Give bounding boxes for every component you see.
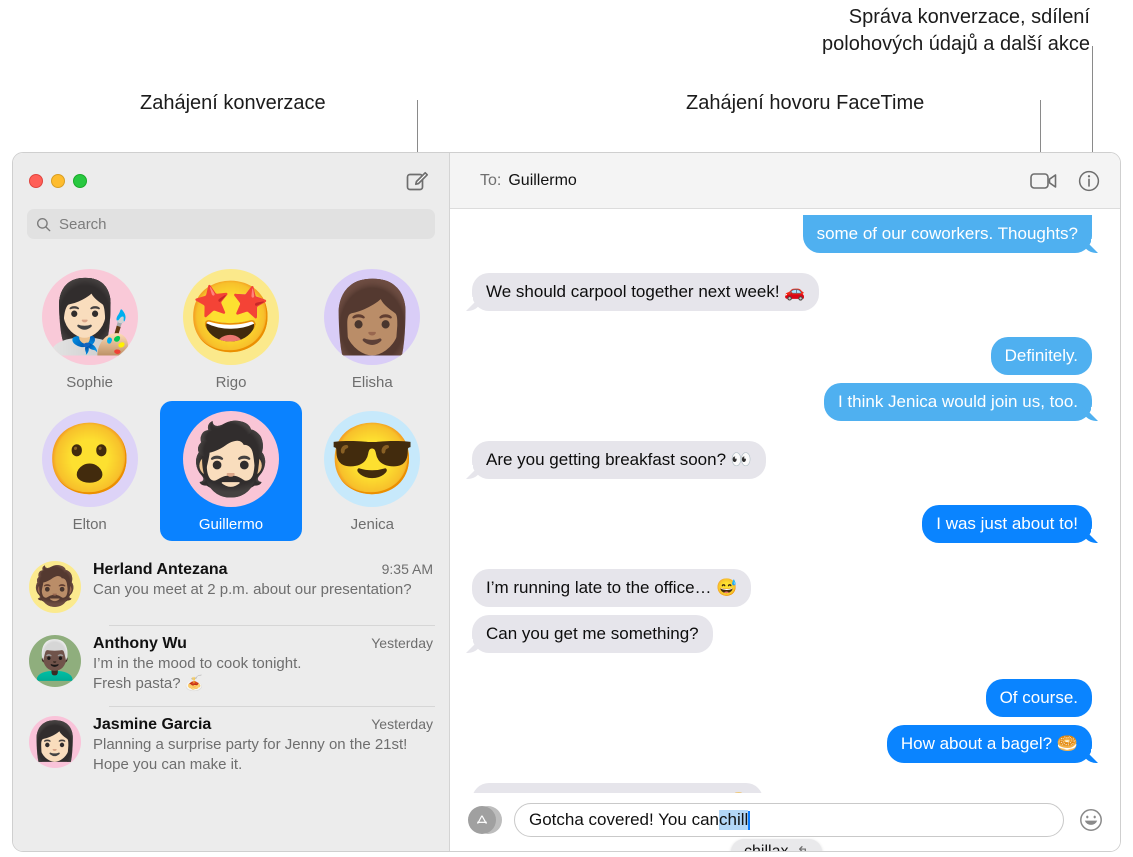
callout-leader-start-conversation <box>417 100 418 158</box>
to-label: To: <box>480 171 502 189</box>
conversation-list: 🧔🏽 Herland Antezana 9:35 AM Can you meet… <box>13 551 449 851</box>
sidebar-pin-jenica[interactable]: 😎 Jenica <box>302 401 443 541</box>
search-icon <box>36 217 51 231</box>
details-button[interactable] <box>1078 170 1100 192</box>
message-row: How about a bagel? 🥯 <box>472 725 1102 763</box>
sidebar-pin-sophie[interactable]: 👩🏻‍🎨 Sophie <box>19 259 160 399</box>
message-bubble[interactable]: We should carpool together next week! 🚗 <box>462 273 820 311</box>
recipient-field[interactable]: Guillermo <box>508 172 576 190</box>
pin-label: Jenica <box>350 516 394 533</box>
message-thread[interactable]: some of our coworkers. Thoughts? We shou… <box>450 209 1120 793</box>
message-bubble[interactable]: Can you get me something? <box>463 615 713 653</box>
message-bubble[interactable]: I was just about to! <box>922 505 1101 543</box>
emoji-smiley-icon <box>1080 809 1102 831</box>
callout-start-conversation: Zahájení konverzace <box>140 92 326 114</box>
message-bubble[interactable]: How about a bagel? 🥯 <box>886 725 1102 763</box>
emoji-picker-button[interactable] <box>1076 805 1106 835</box>
message-row: We should carpool together next week! 🚗 <box>462 273 1092 311</box>
avatar: 😎 <box>324 411 421 507</box>
facetime-button[interactable] <box>1030 171 1058 191</box>
conversation-preview: Planning a surprise party for Jenny on t… <box>93 736 408 773</box>
conversation-name: Herland Antezana <box>93 561 228 578</box>
callout-manage-conversation: Správa konverzace, sdílení polohových úd… <box>822 6 1090 55</box>
message-bubble[interactable]: I think Jenica would join us, too. <box>823 383 1102 421</box>
conversation-time: Yesterday <box>371 635 433 651</box>
conversation-header: To: Guillermo <box>450 153 1120 209</box>
avatar: 👩🏻‍🎨 <box>41 269 138 365</box>
compose-bar: Gotcha covered! You can chill chillax ↰ <box>450 793 1120 851</box>
message-row: I was just about to! <box>472 505 1101 543</box>
search-placeholder: Search <box>59 215 107 233</box>
callout-leader-facetime <box>1040 100 1041 158</box>
message-row: I think Jenica would join us, too. <box>472 383 1102 421</box>
sidebar: Search 👩🏻‍🎨 Sophie 🤩 Rigo 👩🏽 Elisha <box>13 153 450 851</box>
message-row: Definitely. <box>472 337 1092 375</box>
message-bubble[interactable]: Are you getting breakfast soon? 👀 <box>463 441 766 479</box>
message-row: I’m running late to the office… 😅 <box>472 569 1092 607</box>
avatar: 👩🏽 <box>324 269 421 365</box>
avatar: 🧔🏽 <box>29 561 81 613</box>
message-row: Yes, please! You read my mind. 😊 <box>472 783 1092 793</box>
message-bubble[interactable]: I’m running late to the office… 😅 <box>472 569 752 607</box>
avatar: 👨🏿‍🦳 <box>29 635 81 687</box>
avatar: 👩🏻 <box>29 716 81 768</box>
pin-label: Elisha <box>351 374 393 391</box>
pin-label: Sophie <box>66 374 114 391</box>
conversation-time: 9:35 AM <box>381 561 433 577</box>
sidebar-pin-elton[interactable]: 😮 Elton <box>19 401 160 541</box>
message-bubble[interactable]: Of course. <box>985 679 1092 717</box>
message-row: Are you getting breakfast soon? 👀 <box>463 441 1092 479</box>
compose-new-message-button[interactable] <box>403 167 431 195</box>
autocorrect-suggestion[interactable]: chillax ↰ <box>731 839 823 852</box>
messages-window: Search 👩🏻‍🎨 Sophie 🤩 Rigo 👩🏽 Elisha <box>12 152 1121 852</box>
input-text-selected: chill <box>718 810 749 830</box>
conversation-preview: Can you meet at 2 p.m. about our present… <box>93 581 412 598</box>
list-item[interactable]: 🧔🏽 Herland Antezana 9:35 AM Can you meet… <box>13 551 449 625</box>
app-store-icon <box>468 806 496 834</box>
message-row: some of our coworkers. Thoughts? <box>472 215 1102 253</box>
pin-label: Rigo <box>215 374 247 391</box>
conversation-name: Jasmine Garcia <box>93 716 212 733</box>
callout-leader-manage <box>1092 46 1093 158</box>
avatar: 🧔🏻 <box>182 411 279 507</box>
list-item[interactable]: 👩🏻 Jasmine Garcia Yesterday Planning a s… <box>13 706 449 787</box>
avatar: 😮 <box>41 411 138 507</box>
message-row: Of course. <box>472 679 1092 717</box>
list-item[interactable]: 👨🏿‍🦳 Anthony Wu Yesterday I’m in the moo… <box>13 625 449 706</box>
video-camera-icon <box>1030 172 1057 189</box>
pinned-contacts-grid: 👩🏻‍🎨 Sophie 🤩 Rigo 👩🏽 Elisha 😮 Elton <box>13 251 449 545</box>
close-button[interactable] <box>29 174 43 188</box>
conversation-preview: I’m in the mood to cook tonight. Fresh p… <box>93 655 302 692</box>
sidebar-pin-elisha[interactable]: 👩🏽 Elisha <box>302 259 443 399</box>
search-container: Search <box>13 209 449 251</box>
text-caret <box>748 810 751 830</box>
app-store-button[interactable] <box>468 805 502 835</box>
compose-icon <box>406 171 429 191</box>
sidebar-pin-guillermo[interactable]: 🧔🏻 Guillermo <box>160 401 302 541</box>
conversation-time: Yesterday <box>371 716 433 732</box>
autocorrect-word: chillax <box>744 843 789 852</box>
zoom-button[interactable] <box>73 174 87 188</box>
info-circle-icon <box>1078 170 1100 191</box>
message-bubble[interactable]: some of our coworkers. Thoughts? <box>802 215 1102 253</box>
minimize-button[interactable] <box>51 174 65 188</box>
undo-icon[interactable]: ↰ <box>796 843 809 851</box>
input-text-before: Gotcha covered! You can <box>529 810 719 829</box>
pin-label: Guillermo <box>198 516 264 533</box>
message-bubble[interactable]: Yes, please! You read my mind. 😊 <box>472 783 764 793</box>
header-actions <box>1030 170 1106 192</box>
message-row: Can you get me something? <box>463 615 1092 653</box>
callout-start-facetime: Zahájení hovoru FaceTime <box>686 92 925 114</box>
conversation-pane: To: Guillermo some of our coworkers. Tho… <box>450 153 1120 851</box>
message-bubble[interactable]: Definitely. <box>990 337 1092 375</box>
sidebar-titlebar <box>13 153 449 209</box>
window-traffic-lights <box>29 174 87 188</box>
message-input[interactable]: Gotcha covered! You can chill <box>514 803 1064 837</box>
search-input[interactable]: Search <box>27 209 435 239</box>
pin-label: Elton <box>72 516 107 533</box>
conversation-name: Anthony Wu <box>93 635 187 652</box>
avatar: 🤩 <box>182 269 279 365</box>
sidebar-pin-rigo[interactable]: 🤩 Rigo <box>160 259 301 399</box>
